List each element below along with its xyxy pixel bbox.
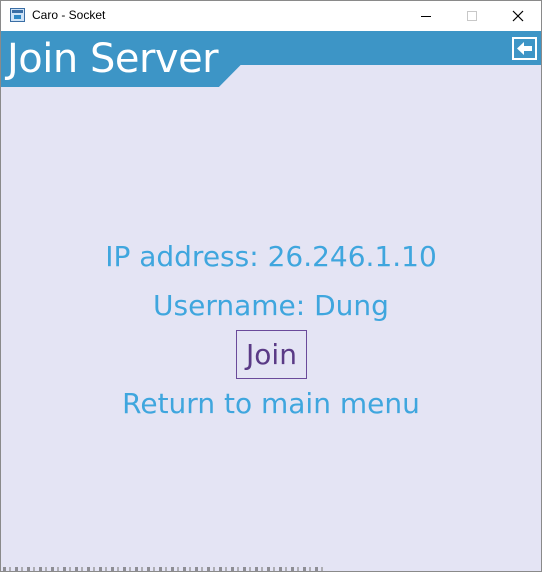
close-button[interactable] <box>495 1 541 31</box>
page-title: Join Server <box>7 36 219 82</box>
return-to-main-menu-button[interactable]: Return to main menu <box>1 387 541 421</box>
join-button-label: Join <box>246 338 297 371</box>
username-field[interactable]: Username: Dung <box>1 289 541 323</box>
render-artifact <box>3 567 323 571</box>
join-button[interactable]: Join <box>236 330 307 379</box>
minimize-icon <box>421 16 431 17</box>
window-title: Caro - Socket <box>32 8 106 22</box>
maximize-icon <box>467 11 477 21</box>
ip-address-field[interactable]: IP address: 26.246.1.10 <box>1 240 541 274</box>
app-window: Caro - Socket Join Server IP address: 26… <box>0 0 542 572</box>
title-bar[interactable]: Caro - Socket <box>1 1 541 31</box>
maximize-button[interactable] <box>449 1 495 31</box>
arrow-left-icon <box>517 42 532 55</box>
back-button[interactable] <box>512 37 537 60</box>
close-icon <box>512 10 524 22</box>
minimize-button[interactable] <box>403 1 449 31</box>
app-icon <box>10 8 25 22</box>
